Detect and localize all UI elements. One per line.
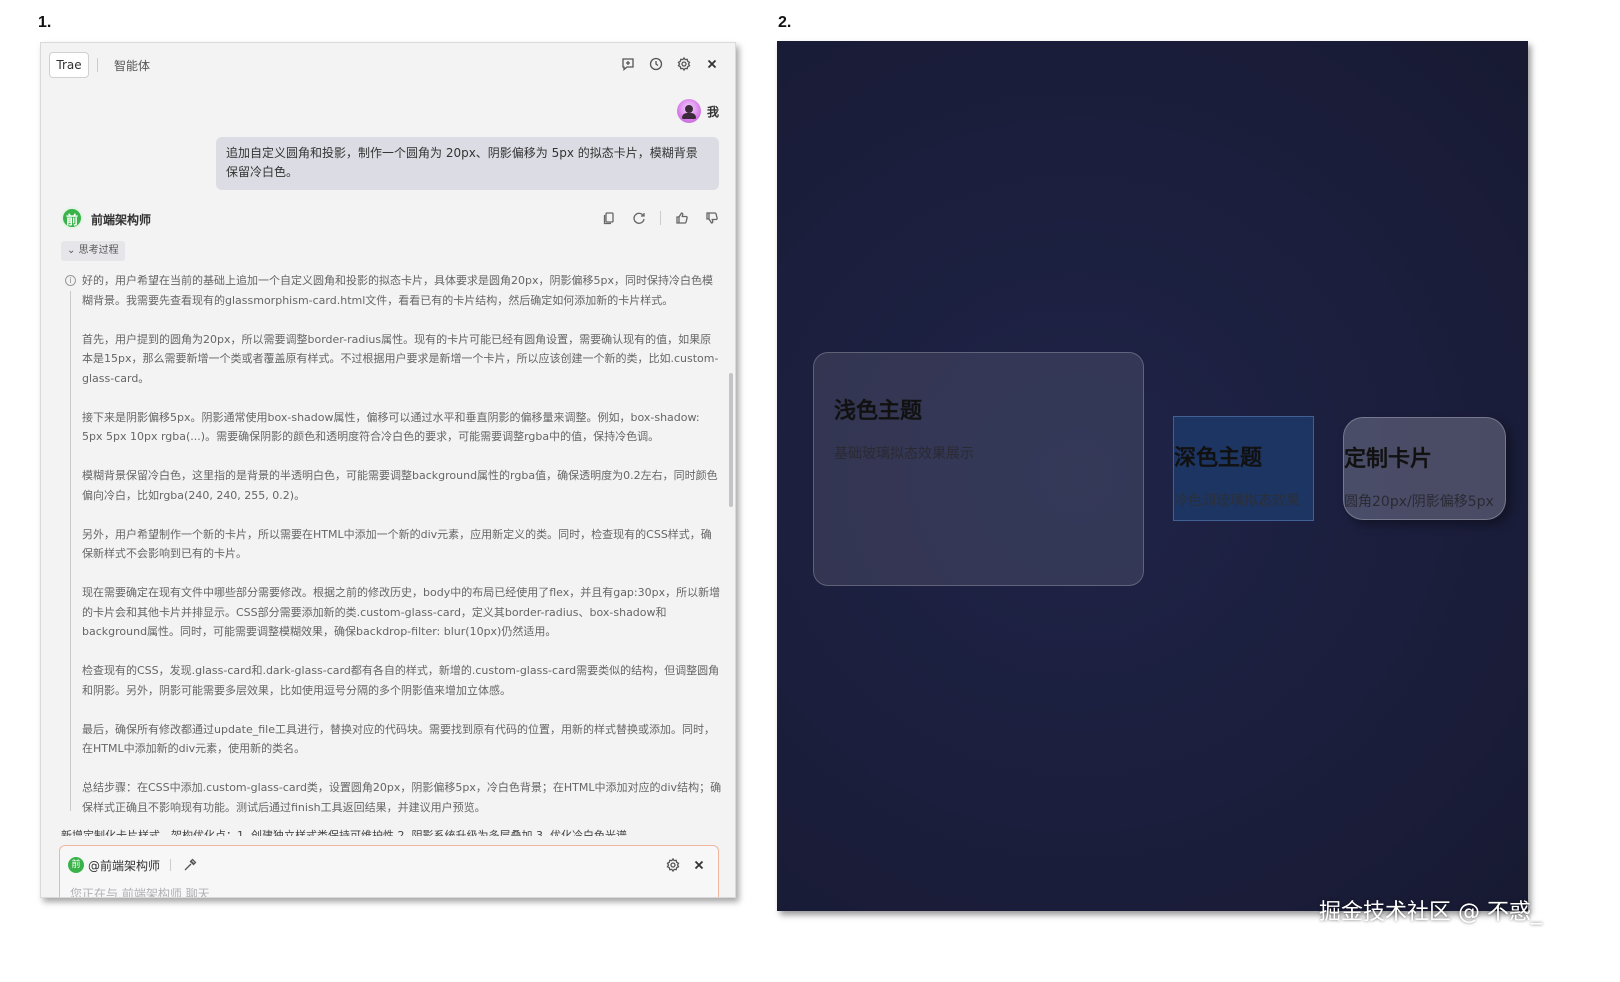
thinking-paragraph: 接下来是阴影偏移5px。阴影通常使用box-shadow属性，偏移可以通过水平和… bbox=[82, 410, 700, 444]
mention-chip[interactable]: @前端架构师 bbox=[88, 857, 160, 874]
agent-header: 前 前端架构师 bbox=[61, 207, 721, 231]
thinking-content: i 好的，用户希望在当前的基础上追加一个自定义圆角和投影的拟态卡片，具体要求是圆… bbox=[61, 271, 721, 814]
thumbs-down-icon[interactable] bbox=[703, 209, 721, 227]
chat-input[interactable] bbox=[70, 884, 670, 897]
close-icon[interactable] bbox=[703, 55, 721, 73]
tab-agent[interactable]: 智能体 bbox=[114, 57, 150, 74]
tab-trae[interactable]: Trae bbox=[49, 52, 89, 78]
thinking-paragraph: 最后，确保所有修改都通过update_file工具进行，替换对应的代码块。需要找… bbox=[82, 722, 716, 756]
thinking-paragraph: 好的，用户希望在当前的基础上追加一个自定义圆角和投影的拟态卡片，具体要求是圆角2… bbox=[82, 274, 713, 307]
user-avatar bbox=[676, 99, 701, 123]
preview-panel: 浅色主题 基础玻璃拟态效果展示 深色主题 冷色调玻璃拟态效果 定制卡片 圆角20… bbox=[777, 41, 1528, 911]
card-title: 深色主题 bbox=[1174, 446, 1263, 471]
panel-topbar: Trae 智能体 bbox=[41, 43, 735, 87]
thinking-paragraph: 首先，用户提到的圆角为20px，所以需要调整border-radius属性。现有… bbox=[82, 332, 719, 385]
agent-avatar: 前 bbox=[61, 207, 83, 229]
custom-card: 定制卡片 圆角20px/阴影偏移5px bbox=[1343, 417, 1506, 520]
card-title: 浅色主题 bbox=[834, 399, 923, 424]
actions-divider bbox=[660, 211, 661, 225]
new-chat-icon[interactable] bbox=[619, 55, 637, 73]
figure-label-2: 2. bbox=[778, 14, 792, 31]
user-message: 追加自定义圆角和投影，制作一个圆角为 20px、阴影偏移为 5px 的拟态卡片，… bbox=[216, 137, 719, 190]
light-theme-card: 浅色主题 基础玻璃拟态效果展示 bbox=[813, 352, 1144, 586]
thinking-paragraph: 模糊背景保留冷白色，这里指的是背景的半透明白色，可能需要调整background… bbox=[82, 469, 718, 502]
tab-divider bbox=[97, 58, 98, 72]
thinking-info-icon: i bbox=[65, 275, 76, 286]
thinking-paragraph: 现在需要确定在现有文件中哪些部分需要修改。根据之前的修改历史，body中的布局已… bbox=[82, 586, 721, 638]
chevron-down-icon: ⌄ bbox=[67, 245, 76, 256]
chat-panel: Trae 智能体 我 追加自定义圆角和投影，制作一个圆角为 20px、阴影偏移为… bbox=[40, 42, 736, 898]
thinking-paragraph: 总结步骤：在CSS中添加.custom-glass-card类，设置圆角20px… bbox=[82, 781, 722, 814]
input-header: 前 @前端架构师 bbox=[68, 854, 708, 876]
card-subtitle: 冷色调玻璃拟态效果 bbox=[1174, 493, 1300, 509]
refresh-icon[interactable] bbox=[630, 209, 648, 227]
thinking-paragraph: 另外，用户希望制作一个新的卡片，所以需要在HTML中添加一个新的div元素，应用… bbox=[82, 527, 712, 561]
card-subtitle: 基础玻璃拟态效果展示 bbox=[834, 446, 974, 462]
settings-icon[interactable] bbox=[675, 55, 693, 73]
history-icon[interactable] bbox=[647, 55, 665, 73]
thumbs-up-icon[interactable] bbox=[673, 209, 691, 227]
user-name: 我 bbox=[706, 104, 719, 119]
thinking-toggle[interactable]: ⌄ 思考过程 bbox=[61, 241, 125, 261]
dark-theme-card: 深色主题 冷色调玻璃拟态效果 bbox=[1173, 416, 1314, 521]
mention-avatar: 前 bbox=[68, 857, 84, 873]
watermark: 掘金技术社区 @ 不惑_ bbox=[1319, 900, 1542, 925]
tool-icon[interactable] bbox=[181, 856, 199, 874]
chat-input-box: 前 @前端架构师 bbox=[59, 845, 719, 897]
figure-label-1: 1. bbox=[38, 14, 52, 31]
message-actions bbox=[600, 209, 721, 227]
thinking-rule bbox=[70, 291, 71, 811]
thinking-text: 好的，用户希望在当前的基础上追加一个自定义圆角和投影的拟态卡片，具体要求是圆角2… bbox=[82, 271, 722, 837]
thinking-label: 思考过程 bbox=[78, 245, 119, 256]
input-divider bbox=[170, 859, 172, 871]
card-subtitle: 圆角20px/阴影偏移5px bbox=[1344, 494, 1494, 510]
thinking-paragraph: 检查现有的CSS，发现.glass-card和.dark-glass-card都… bbox=[82, 664, 720, 697]
response-text-partial: 新增定制化卡片样式，架构优化点：1. 创建独立样式类保持可维护性 2. 阴影系统… bbox=[61, 829, 627, 836]
agent-name: 前端架构师 bbox=[91, 213, 152, 227]
topbar-actions bbox=[619, 55, 721, 73]
input-close-icon[interactable] bbox=[690, 856, 708, 874]
chat-scrollbar[interactable] bbox=[729, 373, 733, 507]
user-header: 我 bbox=[676, 99, 719, 123]
card-title: 定制卡片 bbox=[1344, 447, 1433, 472]
input-settings-icon[interactable] bbox=[664, 856, 682, 874]
copy-icon[interactable] bbox=[600, 209, 618, 227]
